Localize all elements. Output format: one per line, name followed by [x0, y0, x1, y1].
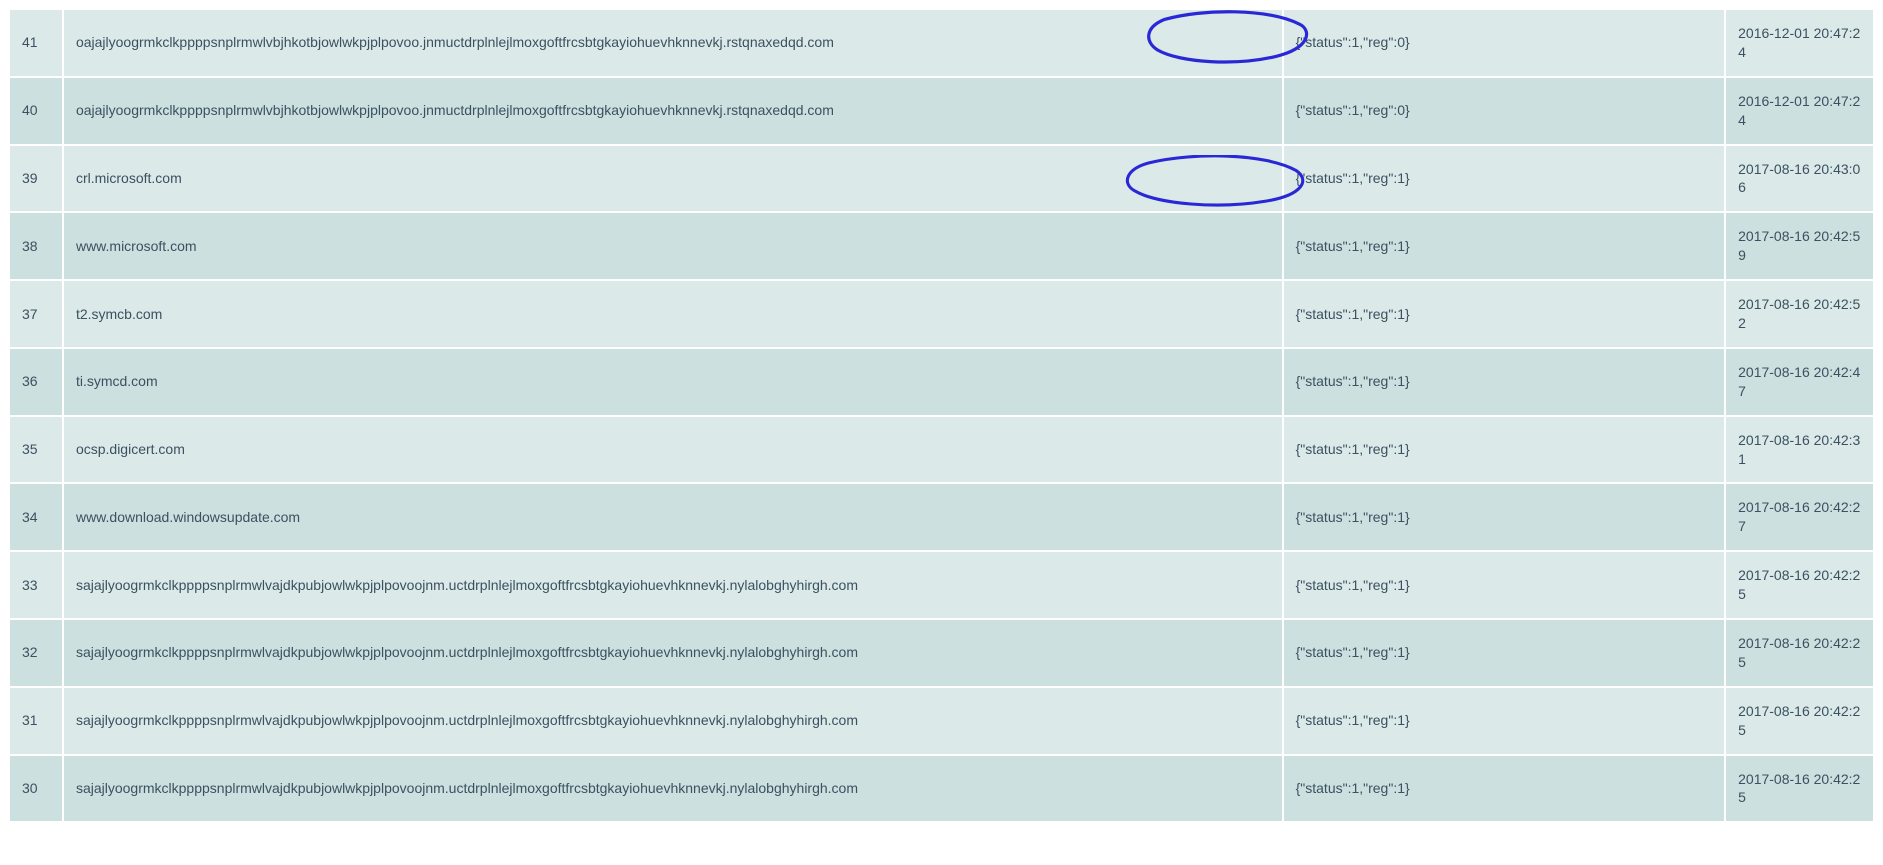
row-date: 2017-08-16 20:42:47 — [1726, 349, 1873, 415]
row-status: {"status":1,"reg":1} — [1284, 213, 1725, 279]
row-date: 2017-08-16 20:42:25 — [1726, 620, 1873, 686]
row-index: 33 — [10, 552, 62, 618]
row-status: {"status":1,"reg":1} — [1284, 349, 1725, 415]
row-date: 2017-08-16 20:42:59 — [1726, 213, 1873, 279]
row-status: {"status":1,"reg":1} — [1284, 146, 1725, 212]
row-index: 41 — [10, 10, 62, 76]
table-row[interactable]: 33sajajlyoogrmkclkppppsnplrmwlvajdkpubjo… — [10, 552, 1873, 618]
table-row[interactable]: 34www.download.windowsupdate.com{"status… — [10, 484, 1873, 550]
row-host: oajajlyoogrmkclkppppsnplrmwlvbjhkotbjowl… — [64, 78, 1282, 144]
row-host: crl.microsoft.com — [64, 146, 1282, 212]
table-row[interactable]: 38www.microsoft.com{"status":1,"reg":1}2… — [10, 213, 1873, 279]
row-index: 38 — [10, 213, 62, 279]
data-table: 41oajajlyoogrmkclkppppsnplrmwlvbjhkotbjo… — [8, 8, 1875, 823]
row-date: 2016-12-01 20:47:24 — [1726, 10, 1873, 76]
row-host: www.microsoft.com — [64, 213, 1282, 279]
row-date: 2017-08-16 20:42:31 — [1726, 417, 1873, 483]
row-status: {"status":1,"reg":1} — [1284, 688, 1725, 754]
row-host: sajajlyoogrmkclkppppsnplrmwlvajdkpubjowl… — [64, 756, 1282, 822]
row-status: {"status":1,"reg":0} — [1284, 78, 1725, 144]
row-index: 36 — [10, 349, 62, 415]
row-status: {"status":1,"reg":0} — [1284, 10, 1725, 76]
row-host: sajajlyoogrmkclkppppsnplrmwlvajdkpubjowl… — [64, 552, 1282, 618]
row-date: 2017-08-16 20:42:25 — [1726, 552, 1873, 618]
row-index: 31 — [10, 688, 62, 754]
row-host: t2.symcb.com — [64, 281, 1282, 347]
table-row[interactable]: 36ti.symcd.com{"status":1,"reg":1}2017-0… — [10, 349, 1873, 415]
table-row[interactable]: 32sajajlyoogrmkclkppppsnplrmwlvajdkpubjo… — [10, 620, 1873, 686]
row-index: 37 — [10, 281, 62, 347]
row-host: sajajlyoogrmkclkppppsnplrmwlvajdkpubjowl… — [64, 620, 1282, 686]
row-status: {"status":1,"reg":1} — [1284, 417, 1725, 483]
row-index: 39 — [10, 146, 62, 212]
table-row[interactable]: 30sajajlyoogrmkclkppppsnplrmwlvajdkpubjo… — [10, 756, 1873, 822]
row-index: 32 — [10, 620, 62, 686]
row-index: 40 — [10, 78, 62, 144]
row-date: 2016-12-01 20:47:24 — [1726, 78, 1873, 144]
row-host: ti.symcd.com — [64, 349, 1282, 415]
table-row[interactable]: 37t2.symcb.com{"status":1,"reg":1}2017-0… — [10, 281, 1873, 347]
row-date: 2017-08-16 20:42:52 — [1726, 281, 1873, 347]
table-row[interactable]: 41oajajlyoogrmkclkppppsnplrmwlvbjhkotbjo… — [10, 10, 1873, 76]
row-index: 30 — [10, 756, 62, 822]
row-date: 2017-08-16 20:42:27 — [1726, 484, 1873, 550]
row-host: www.download.windowsupdate.com — [64, 484, 1282, 550]
row-status: {"status":1,"reg":1} — [1284, 552, 1725, 618]
table-row[interactable]: 31sajajlyoogrmkclkppppsnplrmwlvajdkpubjo… — [10, 688, 1873, 754]
row-host: ocsp.digicert.com — [64, 417, 1282, 483]
row-host: sajajlyoogrmkclkppppsnplrmwlvajdkpubjowl… — [64, 688, 1282, 754]
row-date: 2017-08-16 20:43:06 — [1726, 146, 1873, 212]
table-row[interactable]: 35ocsp.digicert.com{"status":1,"reg":1}2… — [10, 417, 1873, 483]
row-index: 35 — [10, 417, 62, 483]
row-status: {"status":1,"reg":1} — [1284, 484, 1725, 550]
row-date: 2017-08-16 20:42:25 — [1726, 756, 1873, 822]
row-status: {"status":1,"reg":1} — [1284, 620, 1725, 686]
row-index: 34 — [10, 484, 62, 550]
row-host: oajajlyoogrmkclkppppsnplrmwlvbjhkotbjowl… — [64, 10, 1282, 76]
row-status: {"status":1,"reg":1} — [1284, 756, 1725, 822]
table-row[interactable]: 40oajajlyoogrmkclkppppsnplrmwlvbjhkotbjo… — [10, 78, 1873, 144]
row-date: 2017-08-16 20:42:25 — [1726, 688, 1873, 754]
row-status: {"status":1,"reg":1} — [1284, 281, 1725, 347]
table-row[interactable]: 39crl.microsoft.com{"status":1,"reg":1}2… — [10, 146, 1873, 212]
